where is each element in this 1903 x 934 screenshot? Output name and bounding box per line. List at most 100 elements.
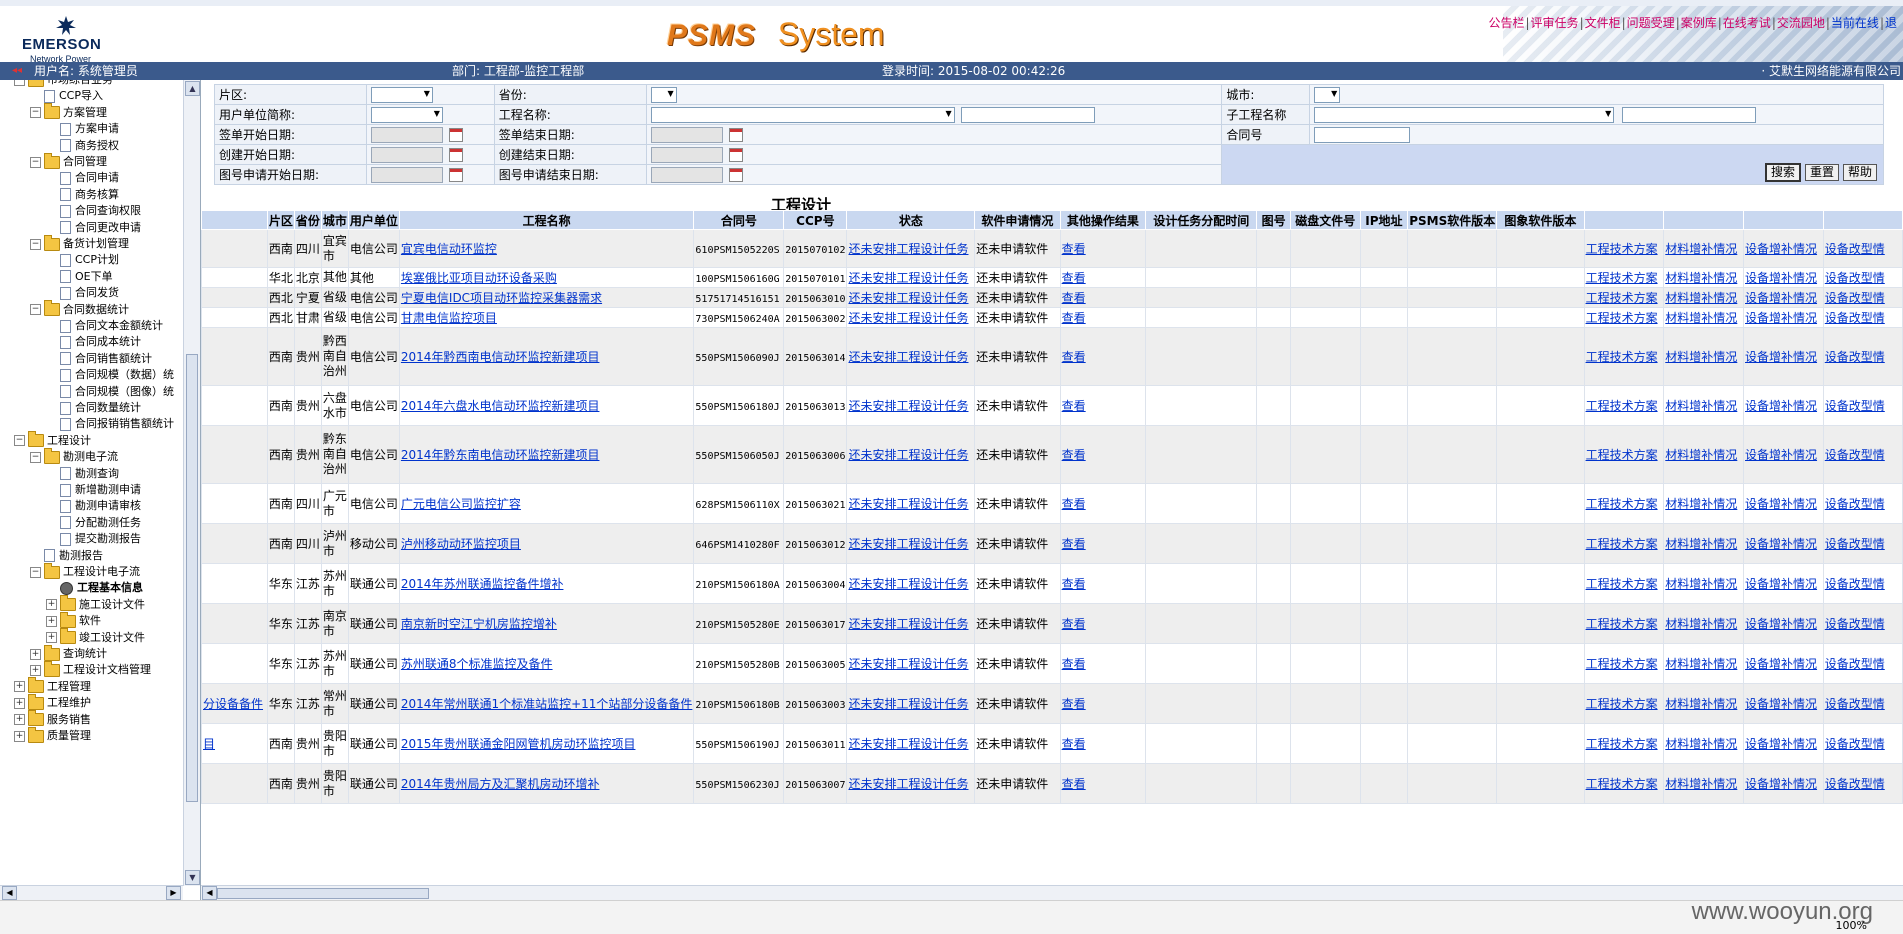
view-link[interactable]: 查看 bbox=[1062, 657, 1086, 671]
material-supplement-link[interactable]: 材料增补情况 bbox=[1665, 537, 1737, 551]
top-link[interactable]: 退 bbox=[1885, 16, 1897, 30]
equipment-change-link[interactable]: 设备改型情 bbox=[1825, 657, 1885, 671]
collapse-arrow-icon[interactable]: ◂◂ bbox=[12, 62, 22, 80]
sidebar-item[interactable]: + 工程设计文档管理 bbox=[30, 660, 151, 678]
equipment-supplement-link[interactable]: 设备增补情况 bbox=[1745, 697, 1817, 711]
collapse-icon[interactable]: − bbox=[30, 238, 41, 250]
calendar-icon[interactable] bbox=[448, 127, 463, 142]
sidebar-item[interactable]: 分配勘测任务 bbox=[60, 515, 141, 531]
drawing-start-input[interactable] bbox=[370, 166, 443, 183]
sidebar-item[interactable]: 合同申请 bbox=[60, 170, 119, 186]
material-supplement-link[interactable]: 材料增补情况 bbox=[1665, 271, 1737, 285]
project-name-link[interactable]: 南京新时空江宁机房监控增补 bbox=[401, 617, 557, 631]
tech-plan-link[interactable]: 工程技术方案 bbox=[1586, 777, 1658, 791]
equipment-supplement-link[interactable]: 设备增补情况 bbox=[1745, 399, 1817, 413]
equipment-change-link[interactable]: 设备改型情 bbox=[1825, 497, 1885, 511]
sidebar-item[interactable]: − 合同数据统计 bbox=[30, 300, 129, 318]
status-link[interactable]: 还未安排工程设计任务 bbox=[848, 242, 968, 256]
equipment-change-link[interactable]: 设备改型情 bbox=[1825, 242, 1885, 256]
equipment-supplement-link[interactable]: 设备增补情况 bbox=[1745, 777, 1817, 791]
view-link[interactable]: 查看 bbox=[1062, 777, 1086, 791]
view-link[interactable]: 查看 bbox=[1062, 577, 1086, 591]
sidebar-item[interactable]: CCP导入 bbox=[44, 88, 103, 104]
project-name-link[interactable]: 2014年常州联通1个标准站监控+11个站部分设备备件 bbox=[401, 697, 693, 711]
status-link[interactable]: 还未安排工程设计任务 bbox=[848, 399, 968, 413]
sidebar-item[interactable]: − 合同管理 bbox=[30, 152, 107, 170]
top-link[interactable]: 交流园地 bbox=[1777, 16, 1825, 30]
sidebar-item[interactable]: 工程基本信息 bbox=[60, 580, 143, 596]
equipment-change-link[interactable]: 设备改型情 bbox=[1825, 737, 1885, 751]
material-supplement-link[interactable]: 材料增补情况 bbox=[1665, 577, 1737, 591]
expand-icon[interactable]: + bbox=[14, 714, 25, 726]
status-link[interactable]: 还未安排工程设计任务 bbox=[848, 577, 968, 591]
city-select[interactable] bbox=[1314, 86, 1341, 103]
sidebar-item[interactable]: 勘测申请审核 bbox=[60, 498, 141, 514]
reset-button[interactable]: 重置 bbox=[1804, 164, 1839, 181]
tech-plan-link[interactable]: 工程技术方案 bbox=[1586, 271, 1658, 285]
equipment-supplement-link[interactable]: 设备增补情况 bbox=[1745, 537, 1817, 551]
equipment-change-link[interactable]: 设备改型情 bbox=[1825, 577, 1885, 591]
sidebar-item[interactable]: + 服务销售 bbox=[14, 710, 91, 728]
sidebar-item[interactable]: 商务授权 bbox=[60, 138, 119, 154]
equipment-supplement-link[interactable]: 设备增补情况 bbox=[1745, 242, 1817, 256]
row-prefix-cell[interactable]: 分设备备件 bbox=[203, 697, 263, 711]
sidebar-vertical-scrollbar[interactable]: ▲ ▼ bbox=[183, 80, 200, 886]
help-button[interactable]: 帮助 bbox=[1842, 164, 1877, 181]
top-link[interactable]: 当前在线 bbox=[1831, 16, 1879, 30]
tech-plan-link[interactable]: 工程技术方案 bbox=[1586, 448, 1658, 462]
project-name-input[interactable] bbox=[960, 106, 1095, 123]
project-name-link[interactable]: 埃塞俄比亚项目动环设备采购 bbox=[401, 271, 557, 285]
material-supplement-link[interactable]: 材料增补情况 bbox=[1665, 697, 1737, 711]
material-supplement-link[interactable]: 材料增补情况 bbox=[1665, 617, 1737, 631]
project-name-link[interactable]: 泸州移动动环监控项目 bbox=[401, 537, 521, 551]
tech-plan-link[interactable]: 工程技术方案 bbox=[1586, 737, 1658, 751]
user-unit-select[interactable] bbox=[370, 106, 443, 123]
top-link[interactable]: 在线考试 bbox=[1723, 16, 1771, 30]
status-link[interactable]: 还未安排工程设计任务 bbox=[848, 448, 968, 462]
calendar-icon[interactable] bbox=[728, 147, 743, 162]
tech-plan-link[interactable]: 工程技术方案 bbox=[1586, 497, 1658, 511]
sidebar-item[interactable]: 合同成本统计 bbox=[60, 334, 141, 350]
expand-icon[interactable]: + bbox=[46, 615, 57, 627]
sidebar-item[interactable]: 商务核算 bbox=[60, 187, 119, 203]
status-link[interactable]: 还未安排工程设计任务 bbox=[848, 271, 968, 285]
sidebar-item[interactable]: 合同更改申请 bbox=[60, 220, 141, 236]
expand-icon[interactable]: + bbox=[14, 730, 25, 742]
tech-plan-link[interactable]: 工程技术方案 bbox=[1586, 242, 1658, 256]
scroll-left-icon[interactable]: ◀ bbox=[202, 886, 217, 900]
sidebar-item[interactable]: − 备货计划管理 bbox=[30, 234, 129, 252]
view-link[interactable]: 查看 bbox=[1062, 271, 1086, 285]
equipment-supplement-link[interactable]: 设备增补情况 bbox=[1745, 448, 1817, 462]
sidebar-item[interactable]: − 工程设计 bbox=[14, 431, 91, 449]
project-name-select[interactable] bbox=[650, 106, 955, 123]
create-start-input[interactable] bbox=[370, 146, 443, 163]
tech-plan-link[interactable]: 工程技术方案 bbox=[1586, 291, 1658, 305]
top-link[interactable]: 公告栏 bbox=[1488, 16, 1524, 30]
equipment-supplement-link[interactable]: 设备增补情况 bbox=[1745, 350, 1817, 364]
status-link[interactable]: 还未安排工程设计任务 bbox=[848, 617, 968, 631]
view-link[interactable]: 查看 bbox=[1062, 311, 1086, 325]
zoom-level[interactable]: 100% bbox=[1836, 919, 1867, 932]
view-link[interactable]: 查看 bbox=[1062, 697, 1086, 711]
project-name-link[interactable]: 甘肃电信监控项目 bbox=[401, 311, 497, 325]
equipment-change-link[interactable]: 设备改型情 bbox=[1825, 311, 1885, 325]
project-name-link[interactable]: 2014年苏州联通监控备件增补 bbox=[401, 577, 564, 591]
status-link[interactable]: 还未安排工程设计任务 bbox=[848, 291, 968, 305]
equipment-supplement-link[interactable]: 设备增补情况 bbox=[1745, 311, 1817, 325]
sign-end-input[interactable] bbox=[650, 126, 723, 143]
sidebar-item[interactable]: − 方案管理 bbox=[30, 103, 107, 121]
material-supplement-link[interactable]: 材料增补情况 bbox=[1665, 737, 1737, 751]
sidebar-item[interactable]: + 查询统计 bbox=[30, 644, 107, 662]
status-link[interactable]: 还未安排工程设计任务 bbox=[848, 311, 968, 325]
material-supplement-link[interactable]: 材料增补情况 bbox=[1665, 657, 1737, 671]
material-supplement-link[interactable]: 材料增补情况 bbox=[1665, 291, 1737, 305]
equipment-supplement-link[interactable]: 设备增补情况 bbox=[1745, 617, 1817, 631]
collapse-icon[interactable]: − bbox=[30, 156, 41, 168]
status-link[interactable]: 还未安排工程设计任务 bbox=[848, 777, 968, 791]
sign-start-input[interactable] bbox=[370, 126, 443, 143]
equipment-supplement-link[interactable]: 设备增补情况 bbox=[1745, 657, 1817, 671]
equipment-change-link[interactable]: 设备改型情 bbox=[1825, 617, 1885, 631]
expand-icon[interactable]: + bbox=[46, 632, 57, 644]
sidebar-item[interactable]: 合同数量统计 bbox=[60, 400, 141, 416]
sidebar-item[interactable]: 提交勘测报告 bbox=[60, 531, 141, 547]
